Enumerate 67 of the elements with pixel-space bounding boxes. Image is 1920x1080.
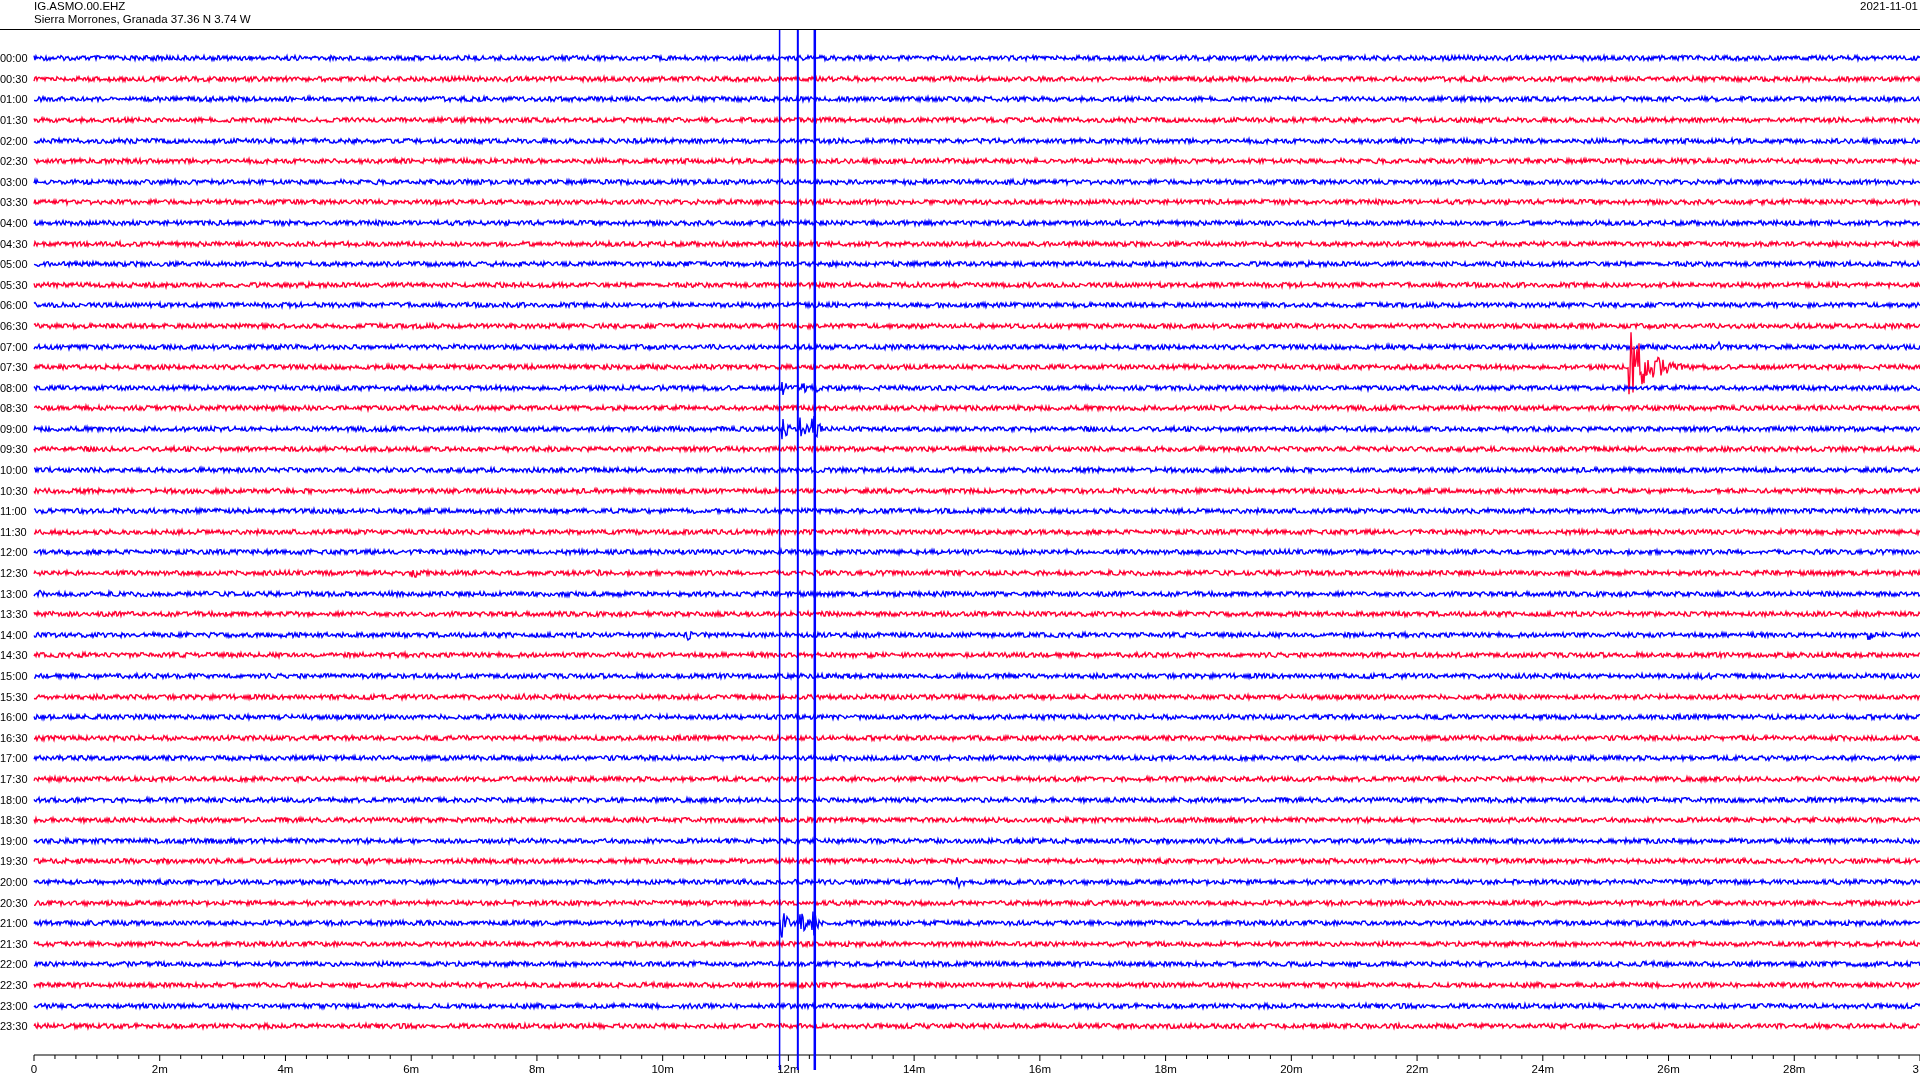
time-label: 05:00 (0, 258, 29, 271)
axis-label: 22m (1405, 1063, 1429, 1075)
time-label: 13:00 (0, 587, 29, 600)
time-label: 06:00 (0, 299, 29, 312)
time-label: 00:30 (0, 72, 29, 85)
axis-label: 14m (902, 1063, 926, 1075)
time-label: 12:30 (0, 567, 29, 580)
time-label: 18:00 (0, 793, 29, 806)
time-label: 12:00 (0, 546, 29, 559)
time-label: 04:30 (0, 237, 29, 250)
time-label: 20:30 (0, 896, 29, 909)
time-label: 00:00 (0, 52, 29, 65)
axis-label: 28m (1783, 1063, 1806, 1075)
time-label: 22:00 (0, 958, 29, 971)
time-label: 03:00 (0, 175, 29, 188)
axis-label: 2m (151, 1063, 168, 1075)
time-label: 08:00 (0, 381, 29, 394)
time-label: 15:30 (0, 690, 29, 703)
time-label: 13:30 (0, 608, 29, 621)
time-label: 17:00 (0, 752, 29, 765)
time-label: 01:30 (0, 113, 29, 126)
time-label: 19:00 (0, 834, 29, 847)
axis-label: 20m (1280, 1063, 1303, 1075)
time-label: 04:00 (0, 216, 29, 229)
axis-label: 6m (403, 1063, 420, 1075)
axis-label: 26m (1657, 1063, 1680, 1075)
time-label: 02:30 (0, 155, 29, 168)
time-label: 17:30 (0, 772, 29, 785)
time-label: 16:00 (0, 711, 29, 724)
station-code: IG.ASMO.00.EHZ (34, 0, 127, 13)
axis-label: 16m (1028, 1063, 1052, 1075)
time-label: 01:00 (0, 93, 29, 106)
axis-label: 3 (1912, 1063, 1919, 1075)
time-label: 08:30 (0, 402, 29, 415)
station-location: Sierra Morrones, Granada 37.36 N 3.74 W (34, 13, 251, 26)
axis-label: 4m (277, 1063, 294, 1075)
time-label: 09:30 (0, 443, 29, 456)
time-label: 03:30 (0, 196, 29, 209)
time-label: 21:00 (0, 917, 29, 930)
time-label: 07:30 (0, 361, 29, 374)
axis-label: 8m (528, 1063, 545, 1075)
axis-label: 18m (1154, 1063, 1177, 1075)
time-label: 23:30 (0, 1020, 29, 1033)
axis-label: 12m (777, 1063, 800, 1075)
time-label: 14:00 (0, 628, 29, 641)
time-label: 15:00 (0, 670, 29, 682)
time-label: 14:30 (0, 649, 29, 662)
axis-label: 0 (30, 1063, 38, 1075)
time-label: 22:30 (0, 978, 29, 991)
time-label: 10:00 (0, 464, 29, 477)
time-label: 06:30 (0, 319, 29, 332)
axis-label: 10m (651, 1063, 674, 1075)
time-label: 10:30 (0, 484, 29, 497)
time-label: 11:00 (0, 505, 28, 518)
time-label: 09:00 (0, 422, 29, 435)
plot-date: 2021-11-01 (1860, 0, 1918, 13)
time-label: 23:00 (0, 999, 29, 1012)
time-label: 02:00 (0, 134, 29, 147)
time-label: 07:00 (0, 340, 29, 353)
time-label: 11:30 (0, 525, 28, 538)
time-label: 05:30 (0, 278, 29, 291)
time-label: 19:30 (0, 855, 29, 868)
time-label: 20:00 (0, 875, 29, 888)
time-label: 16:30 (0, 731, 29, 744)
time-label: 21:30 (0, 937, 29, 950)
axis-label: 24m (1531, 1063, 1554, 1075)
time-label: 18:30 (0, 814, 29, 827)
